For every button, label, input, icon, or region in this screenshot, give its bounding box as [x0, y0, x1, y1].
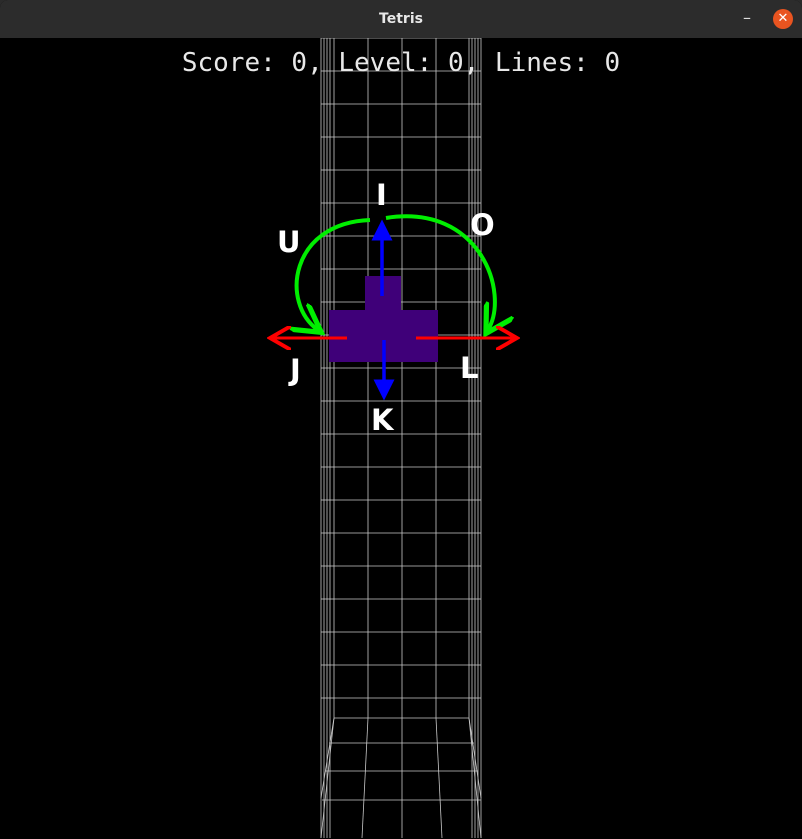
key-label-right: L [460, 351, 479, 385]
close-icon[interactable]: ✕ [773, 9, 793, 29]
window-title: Tetris [379, 11, 423, 27]
minimize-icon[interactable]: – [736, 9, 758, 31]
title-bar[interactable]: Tetris – ✕ [0, 0, 802, 39]
key-label-down: K [371, 403, 394, 437]
app-window: Tetris – ✕ Score: 0, Level: 0, Lines: 0 … [0, 0, 802, 839]
key-label-left: J [290, 353, 301, 387]
well-grid [0, 38, 802, 839]
score-display: Score: 0, Level: 0, Lines: 0 [181, 48, 621, 78]
key-label-rotate-right: O [470, 208, 495, 242]
key-label-up: I [376, 178, 387, 212]
key-label-rotate-left: U [277, 225, 301, 259]
game-canvas[interactable]: Score: 0, Level: 0, Lines: 0 U I O J K L [0, 38, 802, 839]
